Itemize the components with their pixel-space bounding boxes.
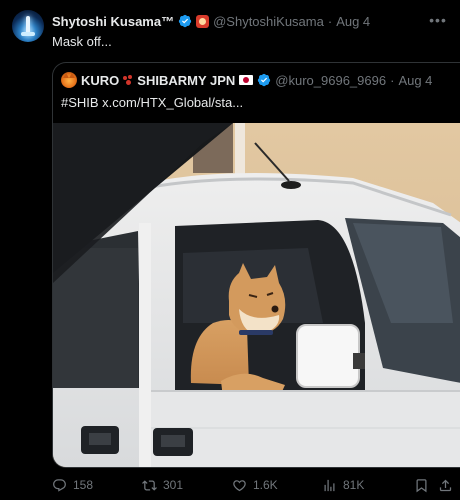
author-avatar[interactable] xyxy=(12,10,44,42)
like-count: 1.6K xyxy=(253,478,278,492)
quoted-tweet-date[interactable]: Aug 4 xyxy=(398,73,432,88)
reply-button[interactable]: 158 xyxy=(52,475,93,495)
repost-button[interactable]: 301 xyxy=(142,475,183,495)
repost-count: 301 xyxy=(163,478,184,492)
bookmark-button[interactable] xyxy=(414,475,429,495)
reply-count: 158 xyxy=(73,478,94,492)
tweet-card[interactable]: Shytoshi Kusama™ @ShytoshiKusama · Aug 4… xyxy=(0,0,460,500)
views-chart-icon xyxy=(324,479,335,491)
quoted-author-name[interactable]: KURO xyxy=(81,73,119,88)
quoted-tweet-header: KURO SHIBARMY JPN @kuro_9696_9696 · Aug … xyxy=(61,71,432,89)
shib-badge-icon xyxy=(196,14,210,28)
reply-icon xyxy=(53,478,66,492)
tweet-date[interactable]: Aug 4 xyxy=(336,14,370,29)
tweet-text: Mask off... xyxy=(52,34,112,49)
japan-flag-icon xyxy=(239,75,254,85)
header-separator: · xyxy=(327,13,333,29)
share-button[interactable] xyxy=(438,475,453,495)
author-name[interactable]: Shytoshi Kusama™ xyxy=(52,14,174,29)
tweet-header: Shytoshi Kusama™ @ShytoshiKusama · Aug 4 xyxy=(52,12,370,30)
author-handle[interactable]: @ShytoshiKusama xyxy=(213,14,324,29)
quoted-tweet[interactable]: KURO SHIBARMY JPN @kuro_9696_9696 · Aug … xyxy=(52,62,460,468)
verified-badge-icon xyxy=(178,14,192,28)
repost-icon xyxy=(142,479,157,491)
quoted-header-separator: · xyxy=(390,72,395,88)
quoted-author-avatar[interactable] xyxy=(61,72,77,88)
more-options-icon[interactable]: ••• xyxy=(428,10,448,30)
quoted-author-name-suffix[interactable]: SHIBARMY JPN xyxy=(137,73,235,88)
share-icon xyxy=(439,479,452,491)
like-button[interactable]: 1.6K xyxy=(232,475,278,495)
views-button[interactable]: 81K xyxy=(322,475,364,495)
quoted-verified-badge-icon xyxy=(258,73,271,87)
heart-icon xyxy=(233,479,246,491)
bookmark-icon xyxy=(416,478,427,492)
action-bar: 158 301 1.6K 81K xyxy=(52,475,452,495)
quoted-author-handle[interactable]: @kuro_9696_9696 xyxy=(275,73,386,88)
shiba-in-truck-photo[interactable] xyxy=(53,123,460,468)
paw-icon xyxy=(123,75,133,85)
quoted-tweet-text[interactable]: #SHIB x.com/HTX_Global/sta... xyxy=(61,95,243,110)
views-count: 81K xyxy=(343,478,365,492)
